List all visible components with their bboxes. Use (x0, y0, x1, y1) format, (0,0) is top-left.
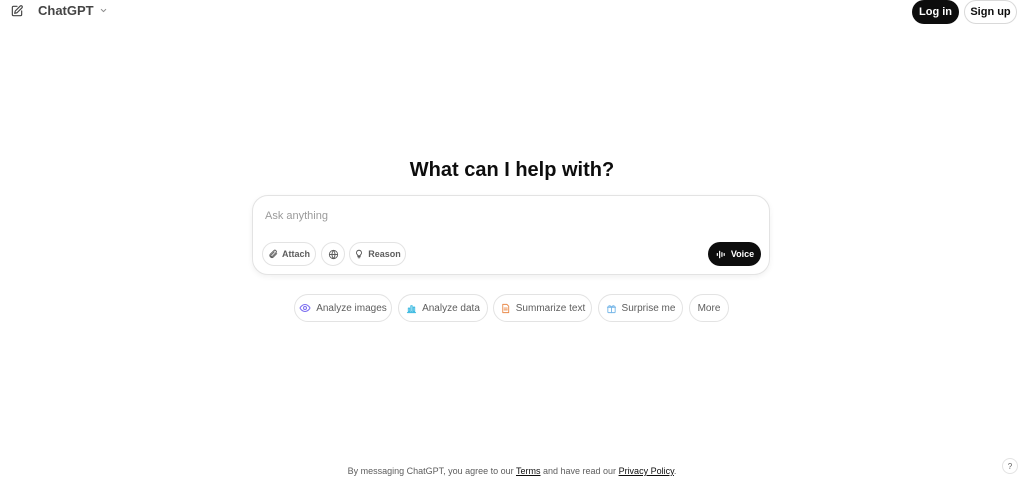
suggestion-label: Analyze images (316, 302, 387, 314)
page-headline: What can I help with? (409, 159, 615, 181)
suggestion-analyze-images[interactable]: Analyze images (294, 294, 392, 322)
terms-link[interactable]: Terms (516, 466, 541, 476)
attach-label: Attach (281, 249, 310, 259)
gift-icon (606, 304, 616, 313)
paperclip-icon (269, 249, 278, 258)
help-button[interactable]: ? (1002, 458, 1018, 474)
composer: Attach Reason Voice (252, 195, 770, 275)
document-icon (502, 303, 509, 313)
suggestion-label: Surprise me (621, 302, 676, 314)
prompt-input[interactable] (265, 207, 705, 225)
reason-button[interactable]: Reason (349, 242, 406, 266)
suggestion-label: Summarize text (515, 302, 586, 314)
new-chat-button[interactable] (8, 2, 26, 20)
suggestion-analyze-data[interactable]: Analyze data (398, 294, 488, 322)
privacy-policy-link[interactable]: Privacy Policy (619, 466, 674, 476)
reason-label: Reason (368, 249, 401, 259)
search-web-button[interactable] (321, 242, 345, 266)
voice-label: Voice (730, 249, 755, 259)
login-button[interactable]: Log in (912, 0, 959, 24)
attach-button[interactable]: Attach (262, 242, 316, 266)
terms-notice: By messaging ChatGPT, you agree to our T… (0, 466, 1024, 476)
model-selector[interactable]: ChatGPT (38, 3, 108, 18)
top-bar: ChatGPT Log in Sign up (0, 0, 1024, 24)
suggestion-summarize-text[interactable]: Summarize text (493, 294, 592, 322)
new-chat-icon (11, 5, 23, 17)
chevron-down-icon (100, 8, 106, 13)
terms-middle: and have read our (540, 466, 619, 476)
terms-prefix: By messaging ChatGPT, you agree to our (347, 466, 516, 476)
voice-waveform-icon (716, 250, 725, 258)
bar-chart-icon (406, 304, 417, 313)
suggestion-surprise-me[interactable]: Surprise me (598, 294, 683, 322)
suggestion-label: Analyze data (422, 302, 480, 314)
lightbulb-icon (356, 249, 363, 259)
voice-button[interactable]: Voice (708, 242, 761, 266)
model-selector-label: ChatGPT (38, 3, 94, 18)
eye-icon (299, 304, 311, 312)
terms-suffix: . (673, 466, 677, 476)
signup-button[interactable]: Sign up (964, 0, 1017, 24)
suggestion-label: More (697, 302, 721, 314)
suggestion-more[interactable]: More (689, 294, 729, 322)
globe-icon (328, 249, 338, 259)
